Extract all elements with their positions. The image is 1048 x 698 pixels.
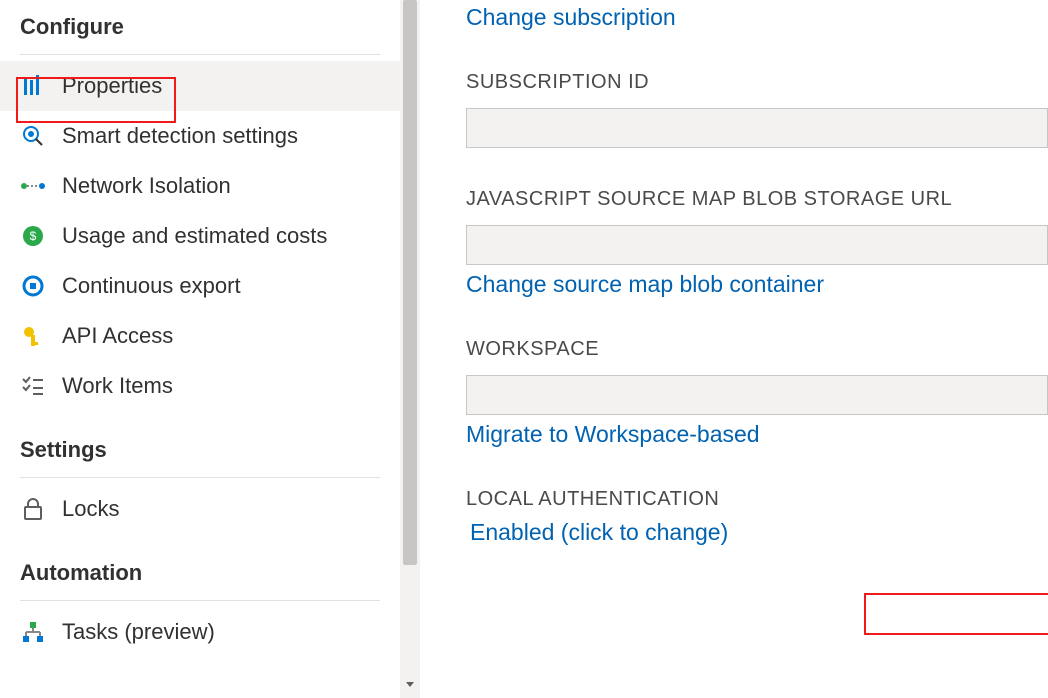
nav-label: Continuous export bbox=[62, 273, 241, 299]
sidebar-item-locks[interactable]: Locks bbox=[0, 484, 400, 534]
nav-label: API Access bbox=[62, 323, 173, 349]
svg-text:$: $ bbox=[30, 229, 37, 243]
workspace-value[interactable] bbox=[466, 375, 1048, 415]
workspace-label: WORKSPACE bbox=[466, 338, 1048, 361]
sidebar-item-api-access[interactable]: API Access bbox=[0, 311, 400, 361]
change-subscription-link[interactable]: Change subscription bbox=[466, 4, 676, 31]
smart-detection-icon bbox=[20, 123, 46, 149]
divider bbox=[20, 600, 380, 601]
section-header-settings: Settings bbox=[0, 411, 400, 477]
sourcemap-url-label: JAVASCRIPT SOURCE MAP BLOB STORAGE URL bbox=[466, 188, 1048, 211]
sidebar-item-work-items[interactable]: Work Items bbox=[0, 361, 400, 411]
migrate-workspace-link[interactable]: Migrate to Workspace-based bbox=[466, 421, 760, 448]
nav-label: Tasks (preview) bbox=[62, 619, 215, 645]
local-auth-toggle-link[interactable]: Enabled (click to change) bbox=[470, 519, 728, 546]
nav-label: Network Isolation bbox=[62, 173, 231, 199]
subscription-id-label: SUBSCRIPTION ID bbox=[466, 71, 1048, 94]
divider bbox=[20, 477, 380, 478]
nav-label: Work Items bbox=[62, 373, 173, 399]
network-isolation-icon bbox=[20, 173, 46, 199]
nav-label: Locks bbox=[62, 496, 119, 522]
sidebar-item-network-isolation[interactable]: Network Isolation bbox=[0, 161, 400, 211]
divider bbox=[20, 54, 380, 55]
sourcemap-url-value[interactable] bbox=[466, 225, 1048, 265]
lock-icon bbox=[20, 496, 46, 522]
tasks-icon bbox=[20, 619, 46, 645]
key-icon bbox=[20, 323, 46, 349]
sidebar-item-continuous-export[interactable]: Continuous export bbox=[0, 261, 400, 311]
continuous-export-icon bbox=[20, 273, 46, 299]
nav-label: Smart detection settings bbox=[62, 123, 298, 149]
usage-costs-icon: $ bbox=[20, 223, 46, 249]
subscription-id-value[interactable] bbox=[466, 108, 1048, 148]
sidebar-item-tasks[interactable]: Tasks (preview) bbox=[0, 607, 400, 657]
change-sourcemap-link[interactable]: Change source map blob container bbox=[466, 271, 824, 298]
properties-icon bbox=[20, 73, 46, 99]
nav-label: Usage and estimated costs bbox=[62, 223, 327, 249]
local-auth-label: LOCAL AUTHENTICATION bbox=[466, 488, 1048, 511]
section-header-automation: Automation bbox=[0, 534, 400, 600]
highlight-local-auth bbox=[864, 593, 1048, 635]
sidebar-item-smart-detection[interactable]: Smart detection settings bbox=[0, 111, 400, 161]
work-items-icon bbox=[20, 373, 46, 399]
main-panel: Change subscription SUBSCRIPTION ID JAVA… bbox=[400, 0, 1048, 698]
section-header-configure: Configure bbox=[0, 0, 400, 54]
sidebar: Configure Properties Smart dete bbox=[0, 0, 400, 698]
nav-label: Properties bbox=[62, 73, 162, 99]
sidebar-item-usage-costs[interactable]: $ Usage and estimated costs bbox=[0, 211, 400, 261]
sidebar-item-properties[interactable]: Properties bbox=[0, 61, 400, 111]
